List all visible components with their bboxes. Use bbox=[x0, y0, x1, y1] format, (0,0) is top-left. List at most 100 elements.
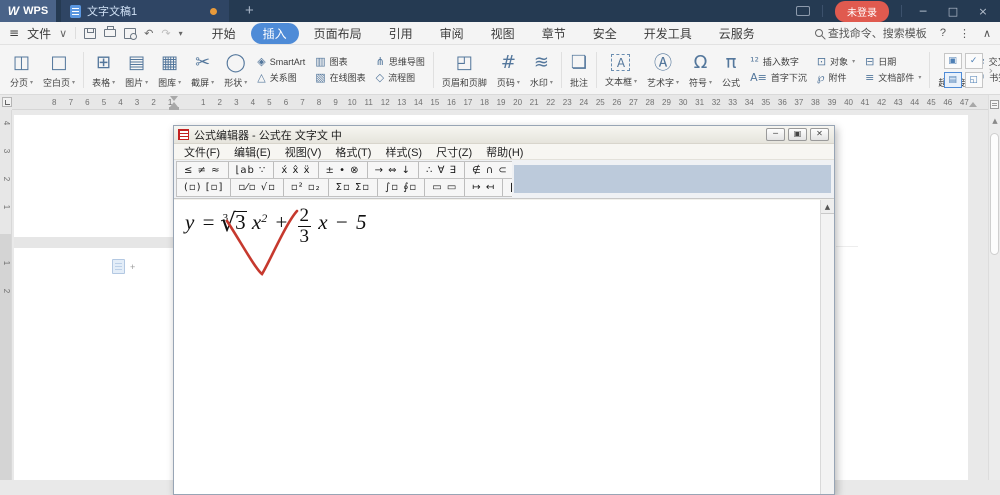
tab-references[interactable]: 引用 bbox=[377, 23, 425, 44]
eq-scroll-up-icon[interactable]: ▲ bbox=[821, 200, 834, 214]
logical-symbols-palette[interactable]: ∴ ∀ ∃ bbox=[419, 162, 465, 178]
integral-templates[interactable]: ∫▫ ∮▫ bbox=[378, 179, 426, 196]
vertical-ruler[interactable]: 4 3 2 1 1 2 bbox=[0, 110, 12, 480]
eq-minimize-button[interactable]: ─ bbox=[766, 128, 785, 141]
print-button[interactable] bbox=[104, 26, 117, 37]
tab-section[interactable]: 章节 bbox=[530, 23, 578, 44]
task-check-toggle[interactable]: ✓ bbox=[964, 52, 983, 69]
eq-maximize-button[interactable]: ▣ bbox=[788, 128, 807, 141]
document-part[interactable]: ≡ 文档部件 ▾ bbox=[865, 71, 921, 84]
operator-symbols-palette[interactable]: ± • ⊗ bbox=[319, 162, 368, 178]
window-minimize-button[interactable]: ─ bbox=[914, 5, 932, 18]
equation-canvas[interactable]: y = 3√3 x2 + 23 x − 5 bbox=[174, 200, 820, 494]
scrollbar-thumb[interactable] bbox=[990, 133, 999, 255]
command-search[interactable]: 查找命令、搜索模板 bbox=[814, 25, 927, 41]
hamburger-menu-icon[interactable]: ≡ bbox=[9, 26, 19, 40]
chart[interactable]: ▥ 图表 bbox=[315, 55, 365, 68]
watermark[interactable]: ≋ 水印 ▾ bbox=[525, 49, 558, 90]
relation-diagram[interactable]: △ 关系图 bbox=[257, 71, 305, 84]
fraction-radical-templates[interactable]: ▫⁄▫ √▫ bbox=[231, 179, 284, 196]
menu-size[interactable]: 尺寸(Z) bbox=[429, 144, 479, 160]
tab-dev-tools[interactable]: 开发工具 bbox=[632, 23, 704, 44]
eq-close-button[interactable]: ✕ bbox=[810, 128, 829, 141]
split-view-icon[interactable] bbox=[990, 100, 999, 109]
menu-help[interactable]: 帮助(H) bbox=[479, 144, 530, 160]
shapes[interactable]: ◯ 形状 ▾ bbox=[219, 49, 252, 90]
undo-button[interactable]: ↶ bbox=[144, 27, 153, 40]
new-tab-button[interactable]: + bbox=[245, 1, 254, 21]
fence-templates[interactable]: (▫) [▫] bbox=[177, 179, 232, 196]
window-close-button[interactable]: × bbox=[974, 5, 992, 18]
summation-templates[interactable]: Σ▫ Σ▫ bbox=[329, 179, 379, 196]
arrow-symbols-palette[interactable]: → ⇔ ↓ bbox=[368, 162, 420, 178]
tab-insert[interactable]: 插入 bbox=[250, 22, 299, 44]
set-theory-palette[interactable]: ∉ ∩ ⊂ bbox=[465, 162, 512, 178]
collapse-ribbon-icon[interactable]: ∧ bbox=[983, 27, 991, 40]
tab-cloud-service[interactable]: 云服务 bbox=[707, 23, 767, 44]
equation-editor-titlebar[interactable]: 公式编辑器 - 公式在 文字文 中 ─ ▣ ✕ bbox=[174, 126, 834, 144]
labeled-arrow-templates[interactable]: ↦ ↤ bbox=[465, 179, 504, 196]
relational-symbols-palette[interactable]: ≤ ≠ ≈ bbox=[177, 162, 229, 178]
insert-number[interactable]: ¹² 插入数字 bbox=[750, 55, 807, 68]
tab-view[interactable]: 视图 bbox=[479, 23, 527, 44]
mindmap-group[interactable]: ⋔ 思维导图 ◇ 流程图 bbox=[371, 55, 430, 84]
smartart-relation-group[interactable]: ◈ SmartArt △ 关系图 bbox=[252, 55, 310, 84]
text-box[interactable]: A 文本框 ▾ bbox=[600, 50, 642, 89]
chart-group[interactable]: ▥ 图表 ▧ 在线图表 bbox=[310, 55, 370, 84]
image-library[interactable]: ▦ 图库 ▾ bbox=[153, 49, 186, 90]
date-docpart-group[interactable]: ⊟ 日期 ≡ 文档部件 ▾ bbox=[860, 55, 926, 84]
header-footer[interactable]: ◰ 页眉和页脚 bbox=[437, 49, 492, 90]
picture[interactable]: ▤ 图片 ▾ bbox=[120, 49, 153, 90]
product-set-templates[interactable]: ∏▫ ∐▫ bbox=[503, 179, 512, 196]
bar-templates[interactable]: ▭ ▭ bbox=[425, 179, 466, 196]
help-button[interactable]: ? bbox=[940, 27, 946, 39]
more-options-icon[interactable]: ⋮ bbox=[959, 27, 970, 40]
left-indent-marker[interactable] bbox=[169, 107, 179, 110]
document-scrollbar[interactable]: ▲ bbox=[988, 95, 1000, 480]
nav-pane-toggle[interactable]: ▣ bbox=[943, 52, 962, 69]
redo-button[interactable]: ↷ bbox=[161, 27, 170, 40]
quick-access-more-icon[interactable]: ▾ bbox=[179, 29, 183, 38]
attachment[interactable]: ℘ 附件 bbox=[817, 71, 855, 84]
equation[interactable]: y = 3√3 x2 + 23 x − 5 bbox=[185, 206, 366, 247]
word-art[interactable]: Ⓐ 艺术字 ▾ bbox=[642, 49, 684, 90]
object-anchor-icon[interactable] bbox=[112, 259, 125, 274]
horizontal-ruler[interactable]: 8 7 6 5 4 3 2 1 1 2 3 4 5 6 7 8 9 10 11 12 13 14 15 16 17 18 19 20 2… bbox=[12, 95, 988, 110]
equation-scrollbar[interactable]: ▲ bbox=[820, 200, 834, 494]
scroll-up-icon[interactable]: ▲ bbox=[989, 117, 1000, 125]
online-chart[interactable]: ▧ 在线图表 bbox=[315, 71, 365, 84]
save-button[interactable] bbox=[84, 27, 97, 39]
menu-format[interactable]: 格式(T) bbox=[328, 144, 378, 160]
spaces-ellipses-palette[interactable]: ⌊ab ∵ bbox=[229, 162, 275, 178]
right-indent-marker[interactable] bbox=[969, 102, 977, 107]
devices-icon[interactable] bbox=[796, 6, 810, 16]
page-break[interactable]: ◫ 分页 ▾ bbox=[5, 49, 38, 90]
file-menu-caret-icon[interactable]: ∨ bbox=[59, 27, 67, 40]
screenshot[interactable]: ✂ 截屏 ▾ bbox=[186, 49, 219, 90]
wps-logo[interactable]: W WPS bbox=[0, 0, 56, 22]
fit-page-toggle[interactable]: ◱ bbox=[964, 71, 983, 88]
tab-security[interactable]: 安全 bbox=[581, 23, 629, 44]
subscript-superscript-templates[interactable]: ▫² ▫₂ bbox=[284, 179, 329, 196]
page-number[interactable]: # 页码 ▾ bbox=[492, 49, 525, 90]
drop-cap[interactable]: A≡ 首字下沉 bbox=[750, 71, 807, 84]
tab-home[interactable]: 开始 bbox=[200, 23, 248, 44]
document-tab[interactable]: 文字文稿1 bbox=[61, 0, 229, 22]
tab-review[interactable]: 审阅 bbox=[428, 23, 476, 44]
object[interactable]: ⊡ 对象 ▾ bbox=[817, 55, 855, 68]
margins-toggle[interactable]: ▤ bbox=[943, 71, 962, 88]
file-menu-button[interactable]: 文件 bbox=[27, 25, 51, 42]
mind-map[interactable]: ⋔ 思维导图 bbox=[376, 55, 425, 68]
print-preview-button[interactable] bbox=[124, 27, 138, 40]
tab-selector-button[interactable] bbox=[2, 97, 12, 107]
menu-view[interactable]: 视图(V) bbox=[278, 144, 329, 160]
ribbon-expand-chevron-icon[interactable]: › bbox=[989, 64, 993, 77]
first-line-indent-marker[interactable] bbox=[170, 96, 178, 101]
embellishments-palette[interactable]: x́ x̂ ẍ bbox=[274, 162, 319, 178]
comment[interactable]: ❏ 批注 bbox=[565, 49, 593, 90]
menu-style[interactable]: 样式(S) bbox=[378, 144, 429, 160]
tab-page-layout[interactable]: 页面布局 bbox=[302, 23, 374, 44]
blank-page[interactable]: □ 空白页 ▾ bbox=[38, 49, 80, 90]
menu-edit[interactable]: 编辑(E) bbox=[227, 144, 278, 160]
date[interactable]: ⊟ 日期 bbox=[865, 55, 921, 68]
